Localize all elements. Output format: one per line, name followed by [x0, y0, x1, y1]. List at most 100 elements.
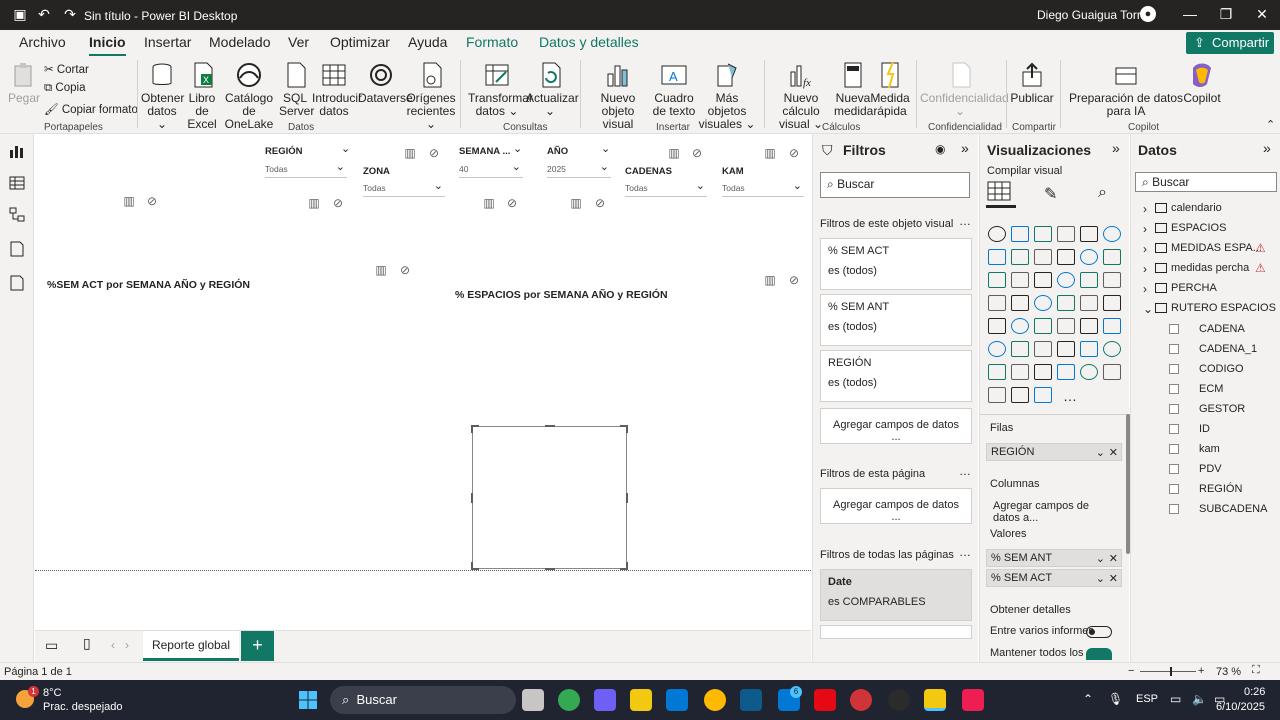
visual-type-icon[interactable]: [1103, 318, 1121, 334]
field-item[interactable]: REGIÓN: [1199, 483, 1242, 495]
slicer-visual-icon[interactable]: ▥: [122, 194, 136, 208]
values-field-well[interactable]: % SEM ANT ⌄ ✕: [986, 549, 1122, 567]
tab-modelado[interactable]: Modelado: [209, 34, 271, 50]
visual-type-icon[interactable]: [1103, 272, 1121, 288]
data-search-input[interactable]: ⌕ Buscar: [1135, 172, 1277, 192]
next-page-icon[interactable]: ›: [125, 638, 129, 652]
visual-type-icon[interactable]: [988, 387, 1006, 403]
field-item[interactable]: ID: [1199, 423, 1210, 435]
slicer-visual-icon[interactable]: ▥: [374, 263, 388, 277]
filter-card[interactable]: % SEM ACT es (todos): [820, 238, 972, 290]
chevron-right-icon[interactable]: ›: [1143, 222, 1147, 236]
zoom-slider[interactable]: [1140, 667, 1196, 676]
visual-type-icon[interactable]: [1080, 272, 1098, 288]
filter-card[interactable]: REGIÓN es (todos): [820, 350, 972, 402]
app-icon[interactable]: [704, 689, 726, 711]
tab-optimizar[interactable]: Optimizar: [330, 34, 390, 50]
table-item[interactable]: ESPACIOS: [1171, 222, 1226, 234]
keep-all-toggle[interactable]: [1086, 648, 1112, 660]
language-indicator[interactable]: ESP: [1136, 693, 1158, 705]
table-view-icon[interactable]: [8, 174, 26, 192]
field-checkbox[interactable]: [1169, 344, 1179, 354]
cross-report-toggle[interactable]: [1086, 626, 1112, 638]
visual-type-icon[interactable]: [1103, 364, 1121, 380]
prev-page-icon[interactable]: ‹: [111, 638, 115, 652]
visual-type-icon[interactable]: [1057, 318, 1075, 334]
slicer-region-value[interactable]: Todas: [265, 160, 347, 178]
copy-format-button[interactable]: 🖌 Copiar formato: [44, 102, 138, 116]
visual-type-icon[interactable]: [988, 364, 1006, 380]
field-checkbox[interactable]: [1169, 364, 1179, 374]
visual-type-icon[interactable]: [988, 318, 1006, 334]
visual-type-icon[interactable]: [1057, 295, 1075, 311]
visual-type-icon[interactable]: [1057, 249, 1075, 265]
visual-type-icon[interactable]: [1011, 387, 1029, 403]
visual-type-icon[interactable]: [1034, 387, 1052, 403]
chevron-down-icon[interactable]: ⌄: [1096, 552, 1105, 565]
more-options-icon[interactable]: …: [959, 545, 971, 559]
visual-type-icon[interactable]: [1011, 364, 1029, 380]
cut-button[interactable]: ✂ Cortar: [44, 62, 89, 76]
visual-type-icon[interactable]: [1011, 249, 1029, 265]
report-canvas[interactable]: REGIÓN ⌄ Todas ZONA Todas ▥ ⊘ SEMANA ...…: [35, 134, 811, 630]
refresh-button[interactable]: Actualizar ⌄: [526, 60, 579, 118]
collapse-ribbon-icon[interactable]: ⌃: [1266, 118, 1275, 131]
undo-icon[interactable]: ↶: [36, 6, 52, 22]
visual-type-icon[interactable]: [1080, 364, 1098, 380]
zoom-in-icon[interactable]: +: [1198, 665, 1204, 677]
build-visual-tab[interactable]: [986, 180, 1016, 208]
textbox-button[interactable]: A Cuadro de texto: [650, 60, 698, 118]
visual-type-icon[interactable]: [1057, 364, 1075, 380]
visual-type-icon[interactable]: [1011, 341, 1029, 357]
new-visual-button[interactable]: Nuevo objeto visual: [586, 60, 650, 131]
visual-type-icon[interactable]: [1103, 226, 1121, 242]
store-icon[interactable]: [666, 689, 688, 711]
chevron-right-icon[interactable]: ›: [1143, 202, 1147, 216]
more-visuals-icon[interactable]: …: [1063, 388, 1077, 404]
netflix-icon[interactable]: [814, 689, 836, 711]
collapse-pane-icon[interactable]: »: [961, 140, 969, 156]
tab-inicio[interactable]: Inicio: [89, 34, 126, 57]
slicer-visual-icon[interactable]: ▥: [403, 146, 417, 160]
field-item[interactable]: ECM: [1199, 383, 1223, 395]
copilot-button[interactable]: Copilot: [1182, 60, 1222, 105]
enter-data-button[interactable]: Introducir datos: [312, 60, 362, 118]
field-checkbox[interactable]: [1169, 484, 1179, 494]
file-explorer-icon[interactable]: [630, 689, 652, 711]
no-filter-icon[interactable]: ⊘: [331, 196, 345, 210]
visual-type-icon[interactable]: [1103, 295, 1121, 311]
task-view-icon[interactable]: [522, 689, 544, 711]
onelake-button[interactable]: Catálogo de OneLake ⌄: [221, 60, 277, 144]
visual-type-icon[interactable]: [1034, 272, 1052, 288]
fit-page-icon[interactable]: ⛶: [1252, 664, 1260, 677]
page-tab-active[interactable]: Reporte global: [143, 631, 239, 661]
chevron-down-icon[interactable]: ⌄: [341, 142, 350, 155]
visual-type-icon[interactable]: [1080, 295, 1098, 311]
slicer-kam-value[interactable]: Todas: [722, 179, 804, 197]
redo-icon[interactable]: ↷: [62, 6, 78, 22]
selected-visual-placeholder[interactable]: [471, 425, 628, 570]
field-item[interactable]: CADENA: [1199, 323, 1245, 335]
table-item[interactable]: MEDIDAS ESPA...: [1171, 242, 1262, 254]
share-button[interactable]: ⇪Compartir ⌄: [1186, 32, 1274, 72]
table-item[interactable]: RUTERO ESPACIOS: [1171, 302, 1276, 314]
field-item[interactable]: SUBCADENA: [1199, 503, 1267, 515]
field-checkbox[interactable]: [1169, 464, 1179, 474]
rows-field-well[interactable]: REGIÓN ⌄ ✕: [986, 443, 1122, 461]
chevron-down-icon[interactable]: ⌄: [1143, 302, 1153, 316]
visual-type-icon[interactable]: [1011, 295, 1029, 311]
windows-start-icon[interactable]: [298, 690, 318, 710]
add-page-filter-field[interactable]: Agregar campos de datos ...: [820, 488, 972, 524]
slicer-visual-icon[interactable]: ▥: [482, 196, 496, 210]
visual-type-icon[interactable]: [988, 249, 1006, 265]
visual-type-icon[interactable]: [1034, 318, 1052, 334]
slicer-visual-icon[interactable]: ▥: [763, 273, 777, 287]
transform-data-button[interactable]: Transformar datos ⌄: [468, 60, 533, 118]
visual-type-icon[interactable]: [1080, 249, 1098, 265]
resize-handle[interactable]: [471, 493, 473, 503]
no-filter-icon[interactable]: ⊘: [398, 263, 412, 277]
publish-button[interactable]: Publicar: [1010, 60, 1054, 105]
visual-type-icon[interactable]: [1057, 341, 1075, 357]
model-view-icon[interactable]: [8, 206, 26, 224]
resize-handle[interactable]: [626, 493, 628, 503]
